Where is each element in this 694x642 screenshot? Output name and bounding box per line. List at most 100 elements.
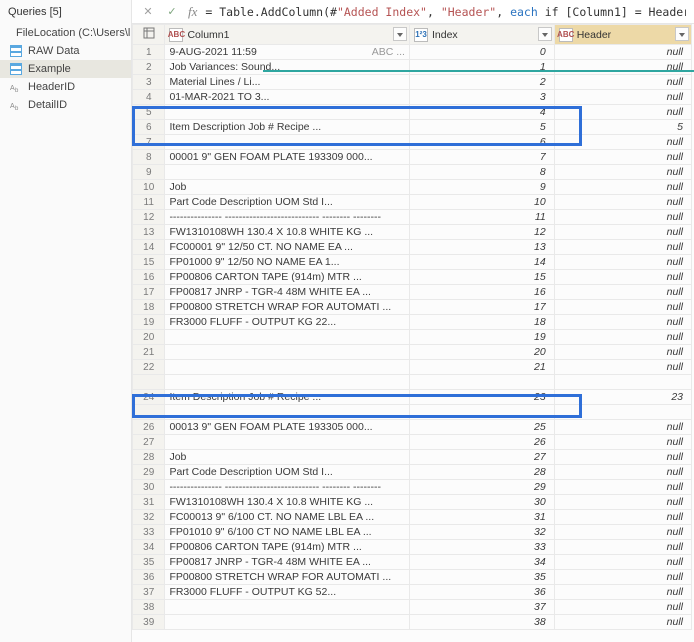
table-row[interactable]: 12--------------- ----------------------… [133, 210, 692, 225]
cell-index[interactable]: 12 [409, 225, 554, 240]
cell-column1[interactable]: Material Lines / Li... [165, 75, 410, 90]
column-header-index[interactable]: 1²3 Index [409, 25, 554, 45]
cell-index[interactable]: 26 [409, 435, 554, 450]
row-number[interactable]: 13 [133, 225, 165, 240]
cell-index[interactable]: 38 [409, 615, 554, 630]
table-row[interactable]: 2019null [133, 330, 692, 345]
cell-column1[interactable]: Job [165, 180, 410, 195]
cell-header[interactable]: null [554, 585, 691, 600]
row-number[interactable]: 2 [133, 60, 165, 75]
cell-index[interactable]: 19 [409, 330, 554, 345]
table-row[interactable]: 35FP00817 JNRP - TGR-4 48M WHITE EA ...3… [133, 555, 692, 570]
cell-header[interactable]: null [554, 240, 691, 255]
table-row[interactable]: 29Part Code Description UOM Std I...28nu… [133, 465, 692, 480]
cell-column1[interactable]: FR3000 FLUFF - OUTPUT KG 52... [165, 585, 410, 600]
cell-column1[interactable]: FR3000 FLUFF - OUTPUT KG 22... [165, 315, 410, 330]
cell-column1[interactable]: FC00001 9" 12/50 CT. NO NAME EA ... [165, 240, 410, 255]
cell-column1[interactable] [165, 375, 410, 390]
cell-header[interactable]: null [554, 465, 691, 480]
table-row[interactable]: 10Job9null [133, 180, 692, 195]
table-row[interactable]: 37FR3000 FLUFF - OUTPUT KG 52...36null [133, 585, 692, 600]
cell-index[interactable]: 29 [409, 480, 554, 495]
formula-commit-icon[interactable]: ✓ [164, 4, 180, 20]
row-number[interactable]: 15 [133, 255, 165, 270]
table-row[interactable]: 36FP00800 STRETCH WRAP FOR AUTOMATI ...3… [133, 570, 692, 585]
cell-index[interactable]: 5 [409, 120, 554, 135]
fx-icon[interactable]: fx [188, 4, 197, 20]
cell-column1[interactable]: 00001 9" GEN FOAM PLATE 193309 000... [165, 150, 410, 165]
table-row[interactable]: 3837null [133, 600, 692, 615]
filter-dropdown-icon[interactable] [675, 27, 689, 41]
row-number[interactable]: 35 [133, 555, 165, 570]
cell-column1[interactable]: FP01000 9" 12/50 NO NAME EA 1... [165, 255, 410, 270]
table-row[interactable]: 34FP00806 CARTON TAPE (914m) MTR ...33nu… [133, 540, 692, 555]
cell-index[interactable] [409, 375, 554, 390]
row-number[interactable]: 34 [133, 540, 165, 555]
cell-header[interactable]: null [554, 195, 691, 210]
cell-column1[interactable]: FP00817 JNRP - TGR-4 48M WHITE EA ... [165, 555, 410, 570]
cell-index[interactable]: 4 [409, 105, 554, 120]
table-row[interactable]: 31FW1310108WH 130.4 X 10.8 WHITE KG ...3… [133, 495, 692, 510]
cell-column1[interactable]: Item Description Job # Recipe ... [165, 390, 410, 405]
table-row[interactable]: 11Part Code Description UOM Std I...10nu… [133, 195, 692, 210]
column-header-column1[interactable]: ABC Column1 [165, 25, 410, 45]
row-number[interactable]: 12 [133, 210, 165, 225]
cell-header[interactable]: null [554, 570, 691, 585]
cell-index[interactable]: 17 [409, 300, 554, 315]
cell-index[interactable]: 33 [409, 540, 554, 555]
cell-column1[interactable]: 00013 9" GEN FOAM PLATE 193305 000... [165, 420, 410, 435]
cell-column1[interactable]: --------------- ------------------------… [165, 480, 410, 495]
cell-column1[interactable] [165, 615, 410, 630]
table-row[interactable] [133, 405, 692, 420]
query-item[interactable]: FileLocation (C:\Users\lisde... [0, 24, 131, 42]
row-number[interactable]: 26 [133, 420, 165, 435]
table-row[interactable]: 19FR3000 FLUFF - OUTPUT KG 22...18null [133, 315, 692, 330]
formula-input[interactable]: = Table.AddColumn(#"Added Index", "Heade… [205, 5, 686, 19]
row-number[interactable]: 14 [133, 240, 165, 255]
table-row[interactable]: 3938null [133, 615, 692, 630]
row-number[interactable]: 17 [133, 285, 165, 300]
table-row[interactable]: 2Job Variances: Sound...1null [133, 60, 692, 75]
table-row[interactable]: 16FP00806 CARTON TAPE (914m) MTR ...15nu… [133, 270, 692, 285]
cell-header[interactable] [554, 375, 691, 390]
cell-column1[interactable]: FP00800 STRETCH WRAP FOR AUTOMATI ... [165, 300, 410, 315]
cell-index[interactable]: 0 [409, 45, 554, 60]
table-row[interactable]: 24Item Description Job # Recipe ...2323 [133, 390, 692, 405]
cell-header[interactable]: null [554, 555, 691, 570]
cell-index[interactable]: 2 [409, 75, 554, 90]
cell-index[interactable]: 13 [409, 240, 554, 255]
cell-column1[interactable]: FP00817 JNRP - TGR-4 48M WHITE EA ... [165, 285, 410, 300]
table-row[interactable]: 54null [133, 105, 692, 120]
row-number[interactable]: 18 [133, 300, 165, 315]
cell-header[interactable]: null [554, 60, 691, 75]
cell-header[interactable]: 23 [554, 390, 691, 405]
row-number[interactable]: 27 [133, 435, 165, 450]
table-row[interactable] [133, 375, 692, 390]
row-number[interactable]: 30 [133, 480, 165, 495]
cell-index[interactable]: 31 [409, 510, 554, 525]
table-row[interactable]: 33FP01010 9" 6/100 CT NO NAME LBL EA ...… [133, 525, 692, 540]
row-number[interactable]: 32 [133, 510, 165, 525]
cell-column1[interactable] [165, 345, 410, 360]
cell-header[interactable]: null [554, 540, 691, 555]
cell-index[interactable]: 1 [409, 60, 554, 75]
cell-index[interactable]: 7 [409, 150, 554, 165]
column-header-header[interactable]: ABC Header [554, 25, 691, 45]
row-number[interactable]: 38 [133, 600, 165, 615]
cell-column1[interactable] [165, 135, 410, 150]
cell-header[interactable]: null [554, 300, 691, 315]
cell-index[interactable]: 11 [409, 210, 554, 225]
row-number[interactable]: 1 [133, 45, 165, 60]
cell-index[interactable]: 36 [409, 585, 554, 600]
cell-column1[interactable]: Item Description Job # Recipe ... [165, 120, 410, 135]
query-item[interactable]: AbDetailID [0, 96, 131, 114]
cell-header[interactable]: null [554, 315, 691, 330]
table-row[interactable]: 2726null [133, 435, 692, 450]
row-number[interactable]: 20 [133, 330, 165, 345]
cell-header[interactable]: null [554, 270, 691, 285]
filter-dropdown-icon[interactable] [538, 27, 552, 41]
cell-column1[interactable]: Job [165, 450, 410, 465]
row-number[interactable]: 10 [133, 180, 165, 195]
cell-index[interactable]: 32 [409, 525, 554, 540]
table-row[interactable]: 13FW1310108WH 130.4 X 10.8 WHITE KG ...1… [133, 225, 692, 240]
